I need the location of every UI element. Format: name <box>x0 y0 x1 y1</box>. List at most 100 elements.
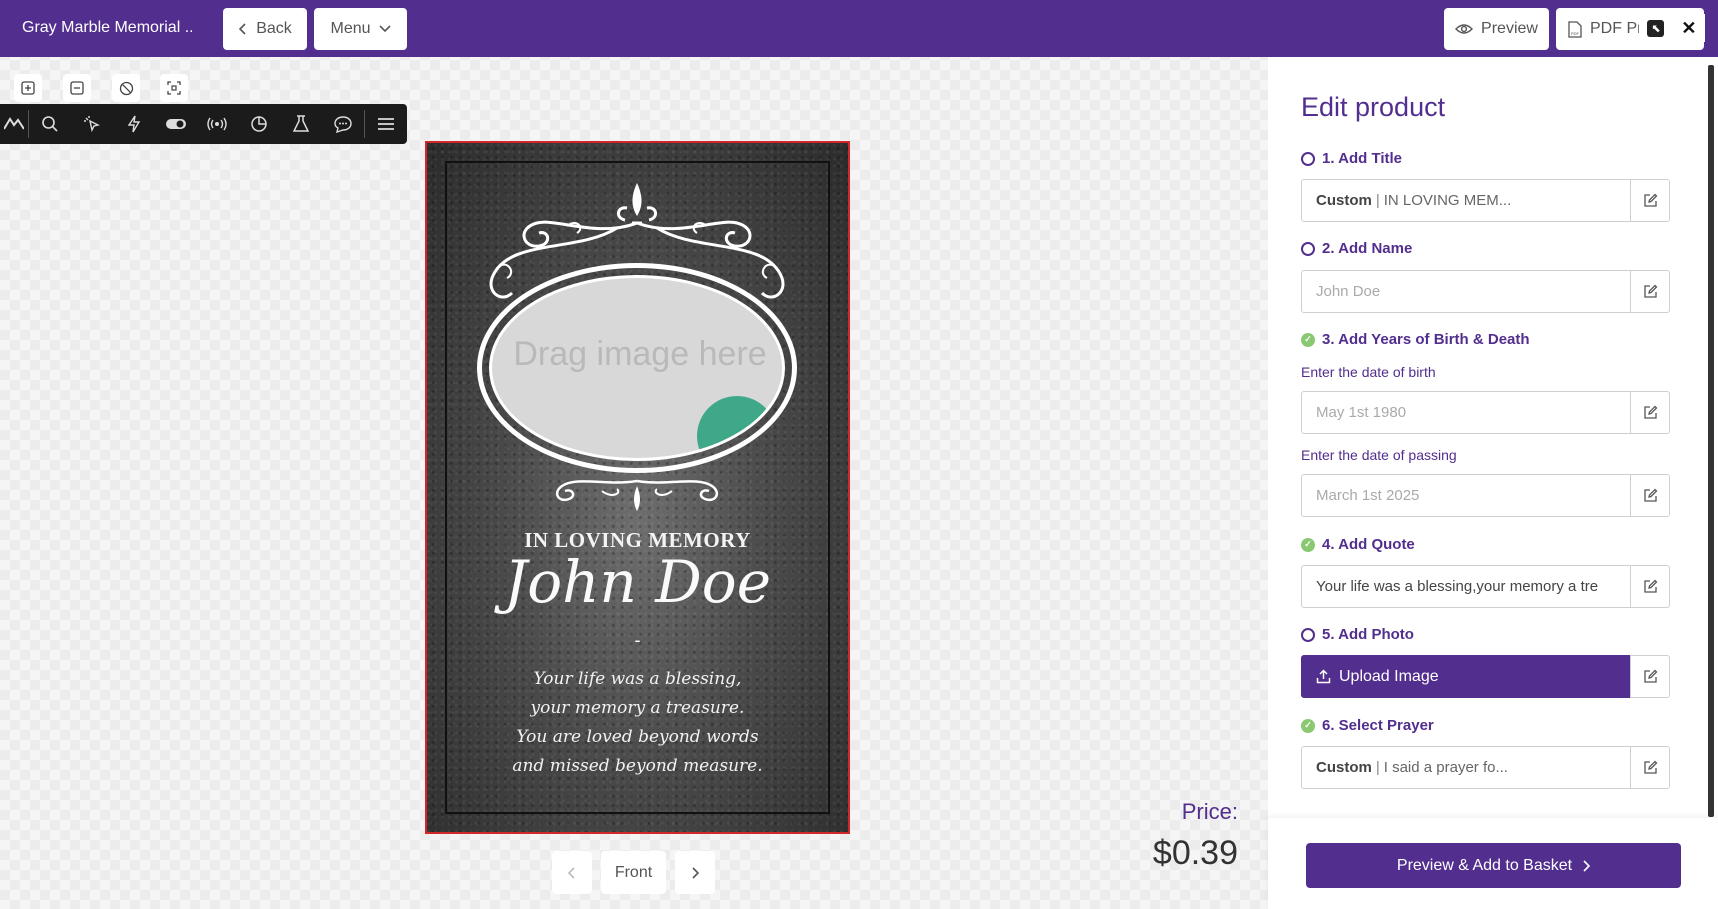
edit-quote-button[interactable] <box>1630 565 1670 608</box>
chevron-right-icon <box>1583 859 1591 872</box>
hamburger-menu-icon[interactable] <box>365 104 407 144</box>
step-label: 1. Add Title <box>1322 150 1403 167</box>
panel-title: Edit product <box>1301 92 1446 122</box>
card-years[interactable]: - <box>427 630 848 651</box>
cursor-icon[interactable]: ⬉ <box>1647 19 1665 37</box>
add-photo-icon[interactable] <box>697 396 777 458</box>
zoom-out-button[interactable] <box>63 74 91 102</box>
pdf-label: PDF Pr <box>1590 20 1643 37</box>
photo-dropzone[interactable]: Drag image here <box>489 275 785 461</box>
field-prefix: Custom <box>1316 759 1372 776</box>
toggle-icon[interactable] <box>155 104 197 144</box>
check-icon: ✓ <box>1301 718 1315 733</box>
step-incomplete-icon <box>1301 241 1315 256</box>
step-add-photo[interactable]: 5. Add Photo <box>1301 626 1414 643</box>
edit-name-button[interactable] <box>1630 270 1670 313</box>
broadcast-icon[interactable] <box>197 104 239 144</box>
extension-toolbar <box>0 104 407 144</box>
logo-icon <box>0 104 28 144</box>
scrollbar-thumb[interactable] <box>1708 65 1714 817</box>
lightning-icon[interactable] <box>113 104 155 144</box>
quote-field[interactable]: Your life was a blessing,your memory a t… <box>1301 565 1631 608</box>
pie-chart-icon[interactable] <box>238 104 280 144</box>
edit-icon <box>1643 284 1657 298</box>
name-field[interactable]: John Doe <box>1301 270 1631 313</box>
edit-birth-date-button[interactable] <box>1630 391 1670 434</box>
preview-add-to-basket-button[interactable]: Preview & Add to Basket <box>1306 843 1681 888</box>
edit-prayer-button[interactable] <box>1630 746 1670 789</box>
step-label: 4. Add Quote <box>1322 536 1415 553</box>
step-label: 6. Select Prayer <box>1322 717 1434 734</box>
birth-date-label: Enter the date of birth <box>1301 364 1436 380</box>
search-icon[interactable] <box>29 104 71 144</box>
edit-icon <box>1643 669 1657 683</box>
ornament-bottom-icon <box>555 479 719 511</box>
price-value: $0.39 <box>1152 834 1238 872</box>
previous-side-button[interactable] <box>552 851 592 894</box>
step-label: 5. Add Photo <box>1322 626 1414 643</box>
check-icon: ✓ <box>1301 537 1315 552</box>
drag-image-placeholder: Drag image here <box>513 335 767 373</box>
chevron-down-icon <box>378 25 391 33</box>
next-side-button[interactable] <box>675 851 715 894</box>
document-title: Gray Marble Memorial ... <box>22 19 192 36</box>
prayer-field[interactable]: Custom | I said a prayer fo... <box>1301 746 1631 789</box>
edit-icon <box>1643 760 1657 774</box>
reset-button[interactable] <box>112 74 140 102</box>
eye-icon <box>1455 24 1474 34</box>
preview-button[interactable]: Preview <box>1444 8 1549 50</box>
back-label: Back <box>256 20 292 37</box>
card-name[interactable]: John Doe <box>427 548 848 616</box>
field-value: IN LOVING MEM... <box>1383 192 1512 209</box>
memorial-card-canvas[interactable]: Drag image here IN LOVING MEMORY John Do… <box>425 141 850 834</box>
edit-title-button[interactable] <box>1630 179 1670 222</box>
fit-screen-button[interactable] <box>160 74 188 102</box>
preview-label: Preview <box>1481 20 1538 37</box>
step-add-name[interactable]: 2. Add Name <box>1301 240 1412 257</box>
price-label: Price: <box>1181 799 1238 824</box>
upload-icon <box>1316 669 1331 684</box>
step-label: 3. Add Years of Birth & Death <box>1322 331 1530 348</box>
edit-icon <box>1643 405 1657 419</box>
close-icon[interactable]: ✕ <box>1681 18 1696 39</box>
menu-button[interactable]: Menu <box>314 8 407 50</box>
birth-date-field[interactable]: May 1st 1980 <box>1301 391 1631 434</box>
menu-label: Menu <box>330 20 371 37</box>
step-incomplete-icon <box>1301 627 1315 642</box>
edit-icon <box>1643 488 1657 502</box>
panel-scrollbar[interactable] <box>1706 57 1716 817</box>
passing-date-field[interactable]: March 1st 2025 <box>1301 474 1631 517</box>
back-button[interactable]: Back <box>223 8 307 50</box>
pointer-click-icon[interactable] <box>71 104 113 144</box>
pdf-file-icon: PDF <box>1568 20 1582 38</box>
edit-icon <box>1643 579 1657 593</box>
chevron-right-icon <box>692 866 699 879</box>
edit-photo-button[interactable] <box>1630 655 1670 698</box>
zoom-in-button[interactable] <box>14 74 42 102</box>
step-add-years[interactable]: ✓ 3. Add Years of Birth & Death <box>1301 331 1530 348</box>
step-select-prayer[interactable]: ✓ 6. Select Prayer <box>1301 717 1434 734</box>
extension-overlay: ⬉ ✕ <box>1639 14 1705 42</box>
quote-line: your memory a treasure. <box>530 698 745 718</box>
title-field[interactable]: Custom | IN LOVING MEM... <box>1301 179 1631 222</box>
step-label: 2. Add Name <box>1322 240 1413 257</box>
photo-frame: Drag image here <box>477 263 797 473</box>
chevron-left-icon <box>568 866 575 879</box>
plus-square-icon <box>21 81 35 95</box>
cta-label: Preview & Add to Basket <box>1396 856 1573 874</box>
minus-square-icon <box>70 81 84 95</box>
flask-icon[interactable] <box>280 104 322 144</box>
ban-icon <box>119 81 133 95</box>
card-quote[interactable]: Your life was a blessing, your memory a … <box>427 665 848 781</box>
field-value: I said a prayer fo... <box>1383 759 1508 776</box>
edit-passing-date-button[interactable] <box>1630 474 1670 517</box>
step-add-title[interactable]: 1. Add Title <box>1301 150 1402 167</box>
upload-image-button[interactable]: Upload Image <box>1301 655 1631 698</box>
side-label: Front <box>601 851 666 894</box>
passing-date-label: Enter the date of passing <box>1301 447 1457 463</box>
fit-icon <box>167 81 181 95</box>
chat-icon[interactable] <box>322 104 364 144</box>
field-prefix: Custom <box>1316 192 1372 209</box>
step-add-quote[interactable]: ✓ 4. Add Quote <box>1301 536 1415 553</box>
check-icon: ✓ <box>1301 332 1315 347</box>
